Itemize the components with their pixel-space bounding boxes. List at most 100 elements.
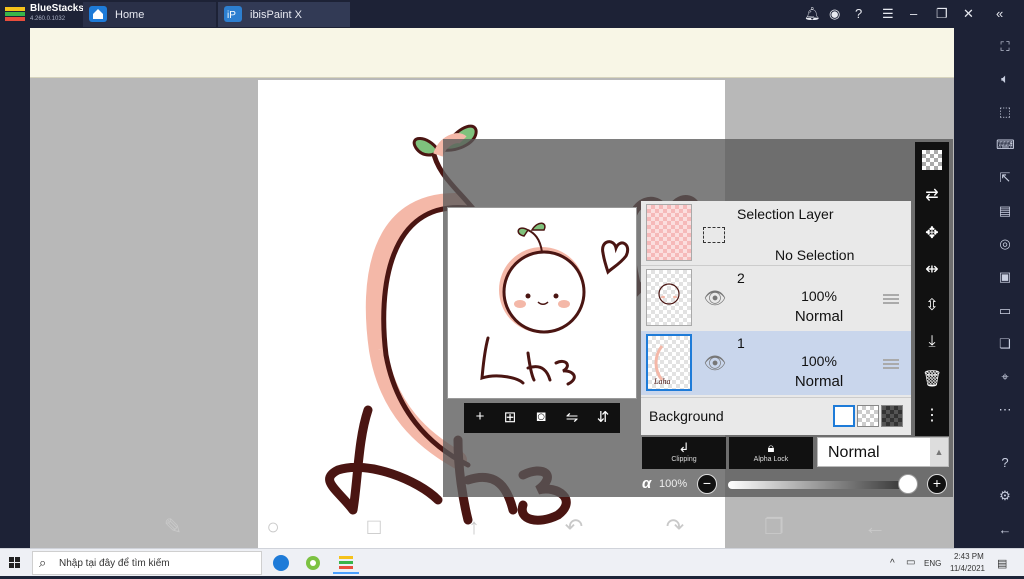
search-placeholder: Nhập tại đây để tìm kiếm <box>59 558 170 569</box>
settings-icon[interactable]: ⚙ <box>996 487 1014 505</box>
bluestacks-sidebar: ⛶ 🔈︎ ⬚ ⌨ ⇱ ▤ ◎ ▣ ▭ ❏ ⌖ ⋯ ? ⚙ ← <box>986 28 1024 548</box>
brush-settings-icon[interactable]: ✎ <box>160 514 186 540</box>
redo-icon[interactable]: ↷ <box>662 514 688 540</box>
bluestacks-app-icon[interactable] <box>333 552 359 574</box>
more-options-icon[interactable]: ⋮ <box>922 406 942 426</box>
selection-icon <box>703 227 725 243</box>
layer-row-1[interactable]: Laha 👁︎ 1 100% Normal <box>641 331 911 395</box>
layer-blend-mode: Normal <box>794 373 844 390</box>
opacity-slider-knob[interactable] <box>898 474 918 494</box>
clock-time[interactable]: 2:43 PM <box>954 552 984 561</box>
clipping-button[interactable]: ↲ Clipping <box>642 437 726 469</box>
layer-transfer-icon[interactable]: ⇄ <box>922 186 942 206</box>
windows-start-icon[interactable] <box>9 557 21 569</box>
layer-tools: ⇄ ✥ ⇹ ⇳ ⤓ 🗑︎ ⋮ <box>915 142 949 436</box>
help-icon[interactable]: ? <box>855 6 862 21</box>
drag-handle-icon[interactable] <box>883 294 899 304</box>
record-icon[interactable]: ▣ <box>996 268 1014 286</box>
collapse-icon[interactable]: « <box>996 6 1003 21</box>
alpha-symbol: α <box>642 475 652 492</box>
layer-panel: + ⊞ ◙ ⇋ ⇵ Selection Layer No Selection 👁… <box>443 139 953 497</box>
transparent-icon[interactable] <box>922 150 942 170</box>
more-icon[interactable]: ⋯ <box>996 401 1014 419</box>
clock-date[interactable]: 11/4/2021 <box>950 564 985 573</box>
background-white-swatch[interactable] <box>833 405 855 427</box>
layers-icon[interactable]: ❐ <box>761 514 787 540</box>
bell-icon[interactable]: 🔔︎ <box>804 6 821 22</box>
tab-label: ibisPaint X <box>250 9 302 21</box>
layer-blend-mode: Normal <box>794 308 844 325</box>
close-icon[interactable]: ✕ <box>963 6 974 22</box>
ad-banner <box>30 28 954 78</box>
folder-icon[interactable]: ▭ <box>996 302 1014 320</box>
duplicate-layer-icon[interactable]: ⊞ <box>500 408 520 426</box>
tray-chevron-icon[interactable]: ^ <box>890 558 895 569</box>
flip-horizontal-icon[interactable]: ⇹ <box>922 260 942 280</box>
apk-icon[interactable]: ▤ <box>996 202 1014 220</box>
preview-toolbar: + ⊞ ◙ ⇋ ⇵ <box>464 403 620 433</box>
opacity-decrease-button[interactable]: − <box>697 474 717 494</box>
layer-name: 1 <box>737 335 745 351</box>
layer-thumbnail: Laha <box>646 334 692 391</box>
camera-icon[interactable]: ◙ <box>531 408 551 425</box>
merge-down-icon[interactable]: ⤓ <box>922 332 942 352</box>
undo-icon[interactable]: ↶ <box>561 514 587 540</box>
restore-icon[interactable]: ❐ <box>936 6 948 22</box>
blend-mode-select[interactable]: Normal ▲ <box>817 437 949 467</box>
svg-text:iP: iP <box>227 10 236 21</box>
opacity-increase-button[interactable]: + <box>927 474 947 494</box>
layer-opacity: 100% <box>801 288 837 304</box>
clipping-icon: ↲ <box>678 440 690 455</box>
keyboard-icon[interactable]: ⌨ <box>996 136 1015 154</box>
location-icon[interactable]: ⌖ <box>996 368 1014 386</box>
taskbar-search[interactable]: ⌕ Nhập tại đây để tìm kiếm <box>32 551 262 575</box>
up-arrow-icon[interactable]: ↑ <box>461 514 487 540</box>
visibility-eye-icon[interactable]: 👁︎ <box>703 354 727 372</box>
move-icon[interactable]: ✥ <box>922 224 942 244</box>
account-icon[interactable]: ◉ <box>829 6 840 22</box>
canvas-preview[interactable] <box>447 207 637 399</box>
help-icon[interactable]: ? <box>996 454 1014 472</box>
color-icon[interactable]: □ <box>361 514 387 540</box>
multi-instance-icon[interactable]: ❏ <box>996 335 1014 353</box>
app-version: 4.260.0.1032 <box>30 16 66 22</box>
background-transparent-swatch[interactable] <box>857 405 879 427</box>
notification-icon[interactable]: ▤ <box>997 557 1007 570</box>
menu-icon[interactable]: ☰ <box>882 6 894 22</box>
ibispaint-icon: iP <box>224 6 242 22</box>
visibility-eye-icon[interactable]: 👁︎ <box>703 289 727 307</box>
bluestacks-logo-icon <box>5 7 25 21</box>
minimize-icon[interactable]: – <box>910 6 917 21</box>
opacity-value: 100% <box>659 478 688 490</box>
flip-vertical-icon[interactable]: ⇵ <box>593 408 613 426</box>
layer-name: Selection Layer <box>737 206 834 222</box>
language-indicator[interactable]: ENG <box>924 559 941 568</box>
opacity-control: α 100% − + <box>443 473 953 497</box>
add-layer-icon[interactable]: + <box>470 408 490 425</box>
browser-app-icon[interactable] <box>300 552 326 574</box>
volume-icon[interactable]: 🔈︎ <box>996 70 1014 88</box>
network-icon[interactable]: ▭ <box>906 557 915 568</box>
opacity-slider[interactable] <box>728 481 908 489</box>
pointer-icon[interactable]: ⬚ <box>996 103 1014 121</box>
tab-home[interactable]: Home <box>83 2 216 27</box>
back-icon[interactable]: ← <box>996 521 1014 539</box>
zalo-app-icon[interactable] <box>268 552 294 574</box>
layer-row-selection[interactable]: Selection Layer No Selection <box>641 201 911 263</box>
flip-vertical-icon[interactable]: ⇳ <box>922 296 942 316</box>
flip-horizontal-icon[interactable]: ⇋ <box>562 408 582 426</box>
background-row[interactable]: Background <box>641 397 911 435</box>
drag-handle-icon[interactable] <box>883 359 899 369</box>
layer-thumb-text: Laha <box>653 377 670 386</box>
import-icon[interactable]: ⇱ <box>996 169 1014 187</box>
trash-icon[interactable]: 🗑︎ <box>922 370 942 390</box>
tab-ibispaint[interactable]: iP ibisPaint X <box>218 2 350 27</box>
blend-mode-value: Normal <box>828 444 880 461</box>
fullscreen-icon[interactable]: ⛶ <box>996 38 1014 56</box>
brush-size-icon[interactable]: ○ <box>260 514 286 540</box>
screenshot-icon[interactable]: ◎ <box>996 235 1014 253</box>
alpha-lock-button[interactable]: 🔒︎ Alpha Lock <box>729 437 813 469</box>
back-arrow-icon[interactable]: ← <box>862 514 888 540</box>
layer-row-2[interactable]: 👁︎ 2 100% Normal <box>641 265 911 329</box>
background-dark-swatch[interactable] <box>881 405 903 427</box>
